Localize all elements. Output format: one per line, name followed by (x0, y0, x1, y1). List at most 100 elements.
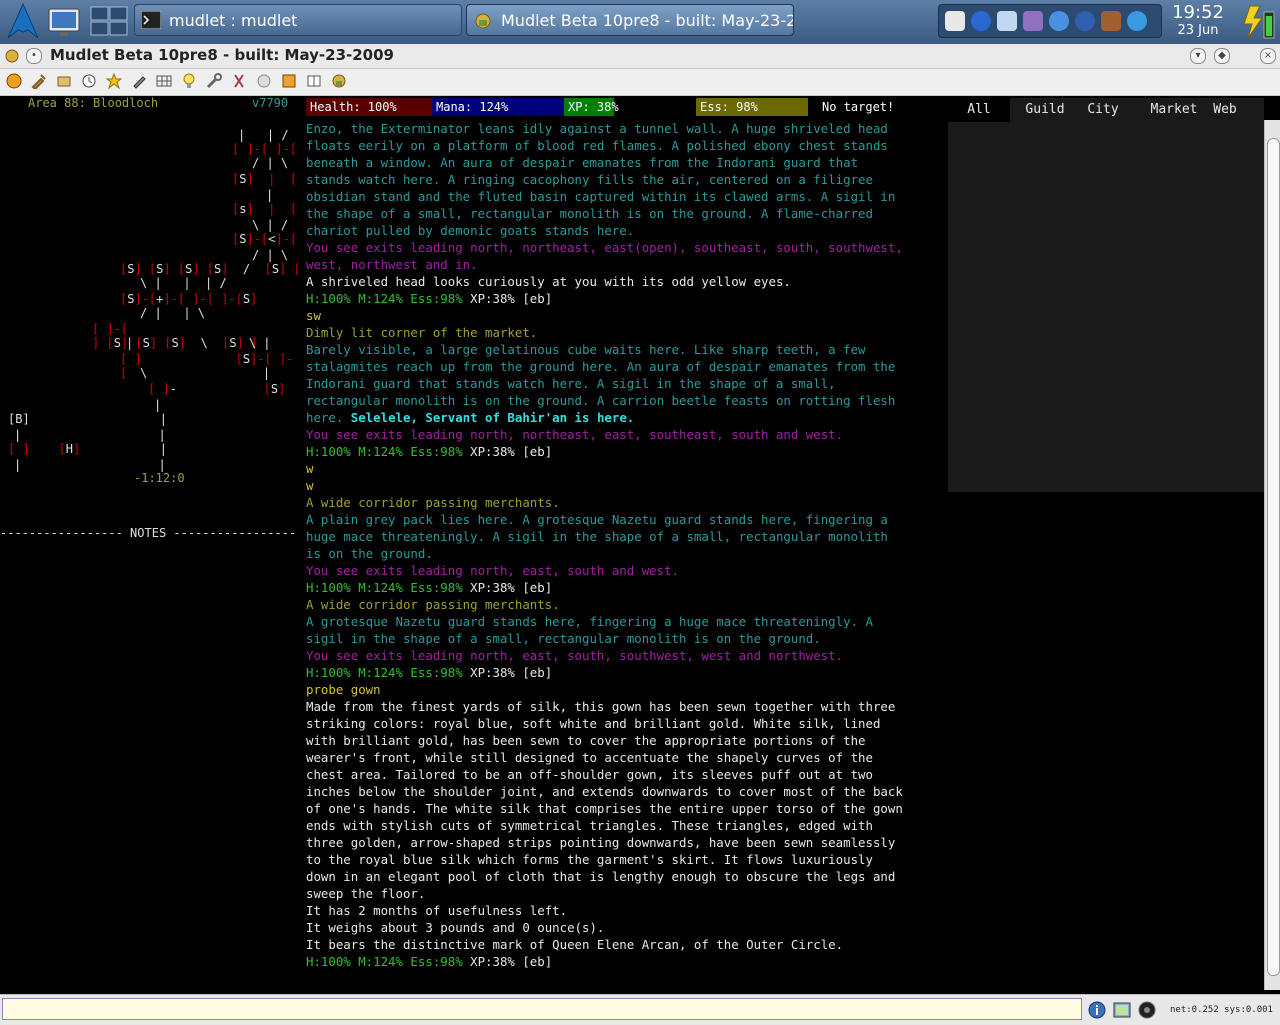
console-line: It bears the distinctive mark of Queen E… (306, 936, 952, 953)
console-line: chest area. Tailored to be an off-should… (306, 766, 952, 783)
ess-bar: Ess: 98% (696, 98, 808, 116)
console-text: huge mace threateningly. A sigil in the … (306, 529, 888, 544)
desktop-pager[interactable] (90, 6, 128, 36)
save-icon[interactable] (281, 73, 297, 89)
console-line: A wide corridor passing merchants. (306, 494, 952, 511)
console-text: chest area. Tailored to be an off-should… (306, 767, 873, 782)
timers-icon[interactable] (81, 73, 97, 89)
prompt-xp: XP:38% [eb] (470, 291, 553, 306)
app-menu-icon[interactable] (4, 48, 20, 64)
console-line: Dimly lit corner of the market. (306, 324, 952, 341)
tab-guild[interactable]: Guild (1014, 98, 1076, 122)
console-text: You see exits leading north, northeast, … (306, 240, 903, 255)
screenshot-icon[interactable] (1112, 1000, 1132, 1020)
console-line: Indorani guard that stands watch here. A… (306, 375, 952, 392)
console-line: H:100% M:124% Ess:98% XP:38% [eb] (306, 579, 952, 596)
connect-icon[interactable] (6, 73, 22, 89)
console-line: Made from the finest yards of silk, this… (306, 698, 952, 715)
console-text: H:100% M:124% Ess:98% (306, 444, 471, 459)
console-line: stands watch here. A ringing cacophony f… (306, 171, 952, 188)
info-icon[interactable] (1087, 1000, 1107, 1020)
map-vnum: v7790 (252, 96, 289, 110)
mana-label: Mana: 124% (436, 100, 509, 114)
about-icon[interactable] (331, 73, 347, 89)
console-line: sweep the floor. (306, 885, 952, 902)
console-text: probe gown (306, 682, 381, 697)
target-indicator: No target! (818, 98, 938, 116)
console-text: the shape of a small, rectangular monoli… (306, 206, 873, 221)
console-text: is on the ground. (306, 546, 433, 561)
wallet-icon[interactable] (1101, 11, 1121, 31)
close-button[interactable]: × (1260, 48, 1276, 64)
arch-logo-icon[interactable] (6, 2, 40, 40)
scrollbar-thumb[interactable] (1267, 138, 1280, 976)
window-menu-button[interactable]: • (26, 48, 42, 64)
console-text: stalagmites reach up from the ground her… (306, 359, 896, 374)
tab-market[interactable]: Market (1142, 98, 1206, 122)
console-line: rectangular monolith is on the ground. A… (306, 392, 952, 409)
package-icon[interactable] (256, 73, 272, 89)
network-icon[interactable] (1127, 11, 1147, 31)
task-mudlet[interactable]: Mudlet Beta 10pre8 - built: May-23-2009 (466, 4, 794, 36)
wrench-icon[interactable] (206, 73, 222, 89)
console-line: probe gown (306, 681, 952, 698)
triggers-icon[interactable] (31, 73, 47, 89)
console-text: w (306, 478, 314, 493)
notes-panel[interactable]: ----------------- NOTES ----------------… (0, 494, 300, 994)
console-text: sweep the floor. (306, 886, 426, 901)
console-text: with brilliant gold, has been sewn to co… (306, 733, 866, 748)
sync-icon[interactable] (1075, 11, 1095, 31)
command-input[interactable] (2, 998, 1082, 1020)
grid-icon[interactable] (156, 73, 172, 89)
console-text: A shriveled head looks curiously at you … (306, 274, 791, 289)
console-text: to the royal blue silk which forms the g… (306, 852, 873, 867)
console-line: A shriveled head looks curiously at you … (306, 273, 952, 290)
edit-icon[interactable] (131, 73, 147, 89)
tab-web[interactable]: Web (1204, 98, 1246, 122)
idea-icon[interactable] (181, 73, 197, 89)
console-text: striking colors: royal blue, soft white … (306, 716, 881, 731)
console-line: beneath a window. An aura of despair ema… (306, 154, 952, 171)
main-console[interactable]: Enzo, the Exterminator leans idly agains… (306, 120, 952, 992)
tab-city[interactable]: City (1074, 98, 1132, 122)
console-line: three golden, arrow-shaped strips pointi… (306, 834, 952, 851)
console-line: sigil in the shape of a small, rectangul… (306, 630, 952, 647)
console-text: You see exits leading north, east, south… (306, 648, 844, 663)
bluetooth-icon[interactable] (971, 11, 991, 31)
aliases-icon[interactable] (56, 73, 72, 89)
toolbar (0, 69, 1280, 96)
book-icon[interactable] (306, 73, 322, 89)
command-bar: net:0.252 sys:0.001 (0, 994, 1280, 1025)
map-window[interactable]: Area 88: Bloodloch v7790 | | / [ ]-[ ]-[… (0, 96, 301, 493)
console-text: You see exits leading north, northeast, … (306, 427, 844, 442)
prompt-xp: XP:38% [eb] (470, 580, 553, 595)
tools-icon[interactable] (1023, 11, 1043, 31)
console-text: You see exits leading north, east, south… (306, 563, 679, 578)
map-coordinates: -1:12:0 (134, 471, 185, 485)
record-icon[interactable] (1137, 1000, 1157, 1020)
console-text: It weighs about 3 pounds and 0 ounce(s). (306, 920, 605, 935)
taskbar: mudlet : mudlet Mudlet Beta 10pre8 - bui… (0, 0, 1280, 45)
task-label: mudlet : mudlet (169, 11, 298, 30)
clock-time[interactable]: 19:52 (1166, 2, 1230, 23)
tab-all[interactable]: All (948, 98, 1010, 122)
window-titlebar: • Mudlet Beta 10pre8 - built: May-23-200… (0, 44, 1280, 69)
console-text: floats eerily on a platform of blood red… (306, 138, 888, 153)
maximize-button[interactable]: ◆ (1214, 48, 1230, 64)
console-scrollbar[interactable] (1264, 120, 1280, 990)
battery-icon[interactable] (1240, 4, 1276, 40)
console-text: beneath a window. An aura of despair ema… (306, 155, 859, 170)
task-terminal[interactable]: mudlet : mudlet (134, 4, 462, 36)
console-text: H:100% M:124% Ess:98% (306, 665, 471, 680)
star-icon[interactable] (106, 73, 122, 89)
minimize-button[interactable]: ▾ (1190, 48, 1206, 64)
console-text: three golden, arrow-shaped strips pointi… (306, 835, 896, 850)
show-desktop-icon[interactable] (46, 4, 82, 40)
monitor-icon[interactable] (997, 11, 1017, 31)
notes-header: ----------------- NOTES ----------------… (0, 526, 297, 540)
clipboard-icon[interactable] (945, 11, 965, 31)
scripts-icon[interactable] (231, 73, 247, 89)
console-text: here. (306, 410, 351, 425)
chat-tabs-pane: All Guild City Market Web (948, 98, 1264, 492)
browser-icon[interactable] (1049, 11, 1069, 31)
